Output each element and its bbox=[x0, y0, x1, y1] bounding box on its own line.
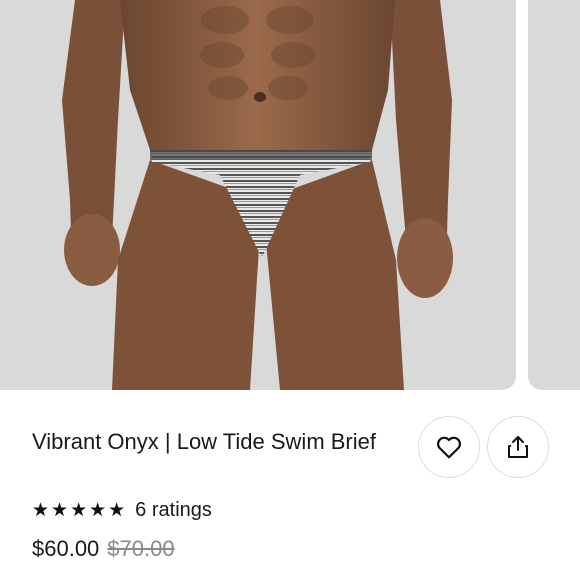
heart-icon bbox=[437, 436, 461, 459]
product-rating[interactable]: ★★★★★ 6 ratings bbox=[32, 497, 212, 523]
product-title: Vibrant Onyx | Low Tide Swim Brief bbox=[32, 429, 376, 454]
current-price: $60.00 bbox=[32, 536, 100, 561]
like-button[interactable] bbox=[418, 416, 480, 478]
original-price: $70.00 bbox=[107, 536, 175, 561]
image-gallery[interactable] bbox=[0, 0, 580, 390]
rating-stars: ★★★★★ bbox=[32, 499, 128, 521]
share-icon bbox=[508, 436, 528, 458]
share-button[interactable] bbox=[487, 416, 549, 478]
product-photo-art bbox=[62, 0, 453, 390]
next-photo-preview[interactable] bbox=[528, 0, 580, 390]
product-photo[interactable] bbox=[0, 0, 516, 390]
price-row: $60.00 $70.00 bbox=[32, 536, 175, 562]
ratings-count: 6 ratings bbox=[135, 498, 212, 521]
